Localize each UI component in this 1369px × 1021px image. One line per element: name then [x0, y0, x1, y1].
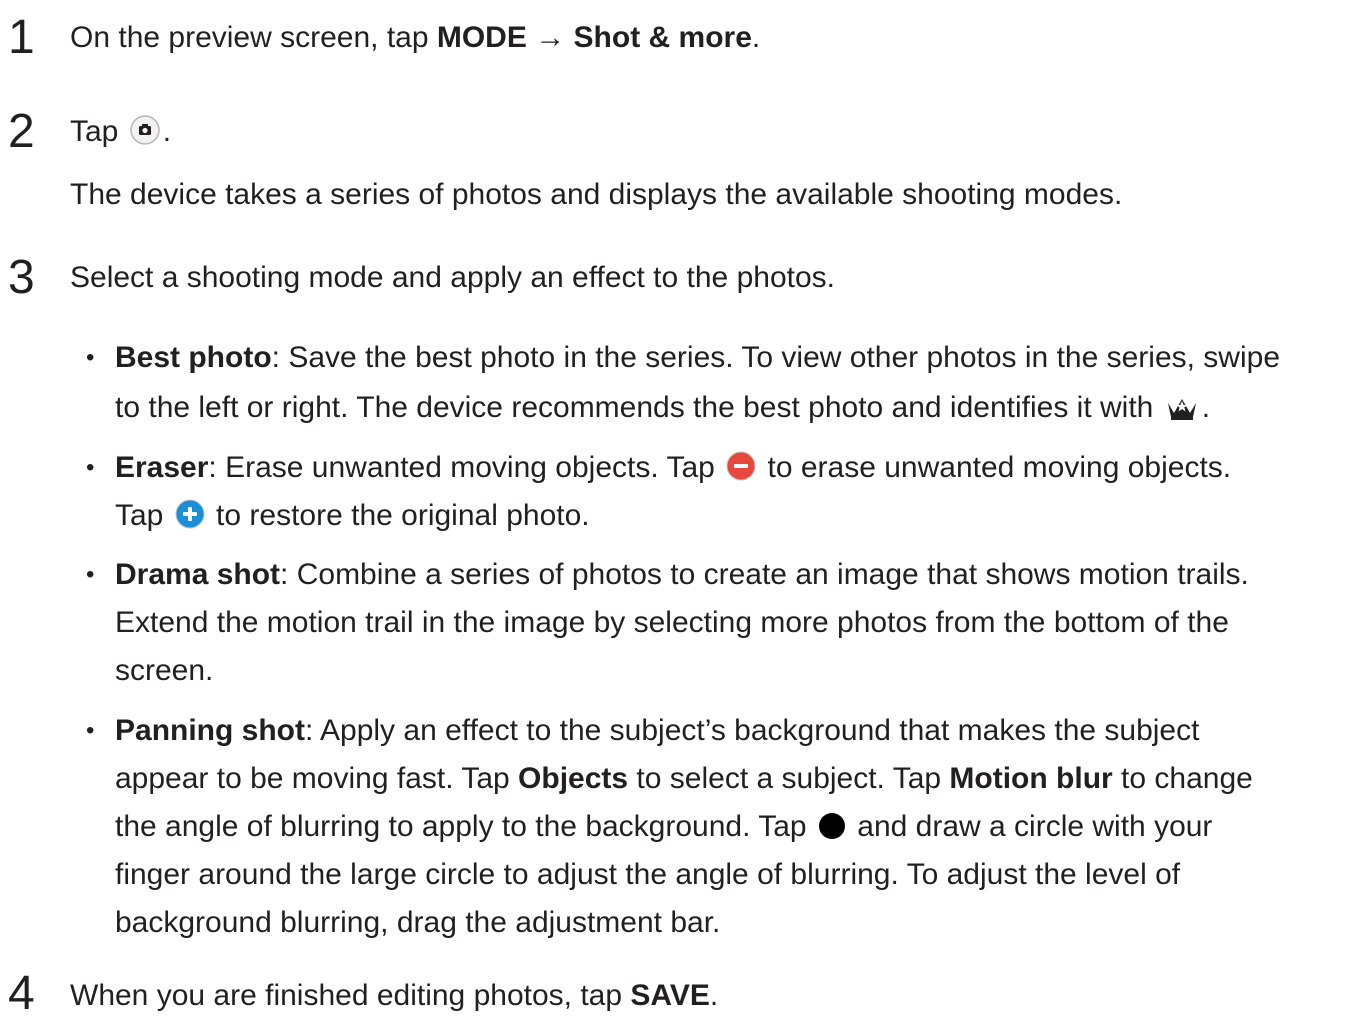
black-dot-icon	[818, 811, 846, 851]
step-2-prefix: Tap	[70, 115, 127, 148]
minus-circle-icon	[726, 451, 756, 492]
best-photo-text-2: to the left or right. The device recomme…	[115, 391, 1162, 424]
step-number-1: 1	[8, 11, 35, 64]
eraser-title: Eraser	[115, 451, 209, 484]
step-4-suffix: .	[709, 979, 719, 1012]
panning-shot-line-2: appear to be moving fast. Tap Objects to…	[115, 759, 1253, 799]
panning-shot-title: Panning shot	[115, 714, 305, 747]
best-photo-line-1: Best photo: Save the best photo in the s…	[115, 338, 1280, 378]
panning-shot-text-3: the angle of blurring to apply to the ba…	[115, 810, 815, 843]
panning-shot-text-2-mid: to select a subject. Tap	[628, 762, 950, 795]
eraser-text-1: : Erase unwanted moving objects. Tap	[208, 451, 724, 484]
panning-shot-text-2: appear to be moving fast. Tap	[115, 762, 519, 795]
panning-shot-line-1: Panning shot: Apply an effect to the sub…	[115, 711, 1199, 751]
drama-shot-line-2: Extend the motion trail in the image by …	[115, 606, 1229, 639]
eraser-line-2: Tap to restore the original photo.	[115, 496, 590, 540]
step-2-suffix: .	[162, 115, 172, 148]
panning-shot-text-2-suffix: to change	[1112, 762, 1253, 795]
eraser-text-2: Tap	[115, 499, 172, 532]
arrow: →	[526, 21, 574, 54]
panning-shot-line-3: the angle of blurring to apply to the ba…	[115, 807, 1212, 851]
step-2-text: Tap .	[70, 112, 171, 156]
shot-and-more-label: Shot & more	[573, 21, 752, 54]
eraser-text-2-suffix: to restore the original photo.	[207, 499, 590, 532]
drama-shot-title: Drama shot	[115, 558, 281, 591]
step-3-text: Select a shooting mode and apply an effe…	[70, 261, 835, 294]
camera-shutter-icon	[129, 115, 160, 156]
plus-circle-icon	[175, 499, 205, 540]
bullet-marker: •	[86, 561, 95, 588]
best-photo-text-1: : Save the best photo in the series. To …	[271, 341, 1281, 374]
crown-icon	[1165, 392, 1199, 432]
step-number-2: 2	[8, 105, 35, 158]
bullet-marker: •	[86, 344, 95, 371]
step-1-suffix: .	[751, 21, 761, 54]
eraser-text-1-suffix: to erase unwanted moving objects.	[759, 451, 1232, 484]
best-photo-line-2: to the left or right. The device recomme…	[115, 388, 1210, 432]
best-photo-suffix: .	[1201, 391, 1211, 424]
step-number-4: 4	[8, 967, 35, 1020]
step-1-prefix: On the preview screen, tap	[70, 21, 437, 54]
step-4-prefix: When you are finished editing photos, ta…	[70, 979, 631, 1012]
eraser-line-1: Eraser: Erase unwanted moving objects. T…	[115, 448, 1231, 492]
step-1-text: On the preview screen, tap MODE → Shot &…	[70, 18, 760, 58]
bullet-marker: •	[86, 454, 95, 481]
save-label: SAVE	[630, 979, 710, 1012]
panning-shot-line-5: background blurring, drag the adjustment…	[115, 906, 721, 939]
drama-shot-line-1: Drama shot: Combine a series of photos t…	[115, 555, 1249, 595]
drama-shot-line-3: screen.	[115, 654, 214, 687]
panning-shot-text-1: : Apply an effect to the subject’s backg…	[305, 714, 1200, 747]
panning-shot-line-4: finger around the large circle to adjust…	[115, 858, 1181, 891]
step-4-text: When you are finished editing photos, ta…	[70, 976, 718, 1016]
best-photo-title: Best photo	[115, 341, 272, 374]
step-number-3: 3	[8, 251, 35, 304]
bullet-marker: •	[86, 717, 95, 744]
step-2-description: The device takes a series of photos and …	[70, 178, 1123, 211]
mode-label: MODE	[436, 21, 527, 54]
panning-shot-text-3-suffix: and draw a circle with your	[848, 810, 1213, 843]
objects-label: Objects	[518, 762, 629, 795]
motion-blur-label: Motion blur	[949, 762, 1113, 795]
drama-shot-text-1: : Combine a series of photos to create a…	[280, 558, 1249, 591]
